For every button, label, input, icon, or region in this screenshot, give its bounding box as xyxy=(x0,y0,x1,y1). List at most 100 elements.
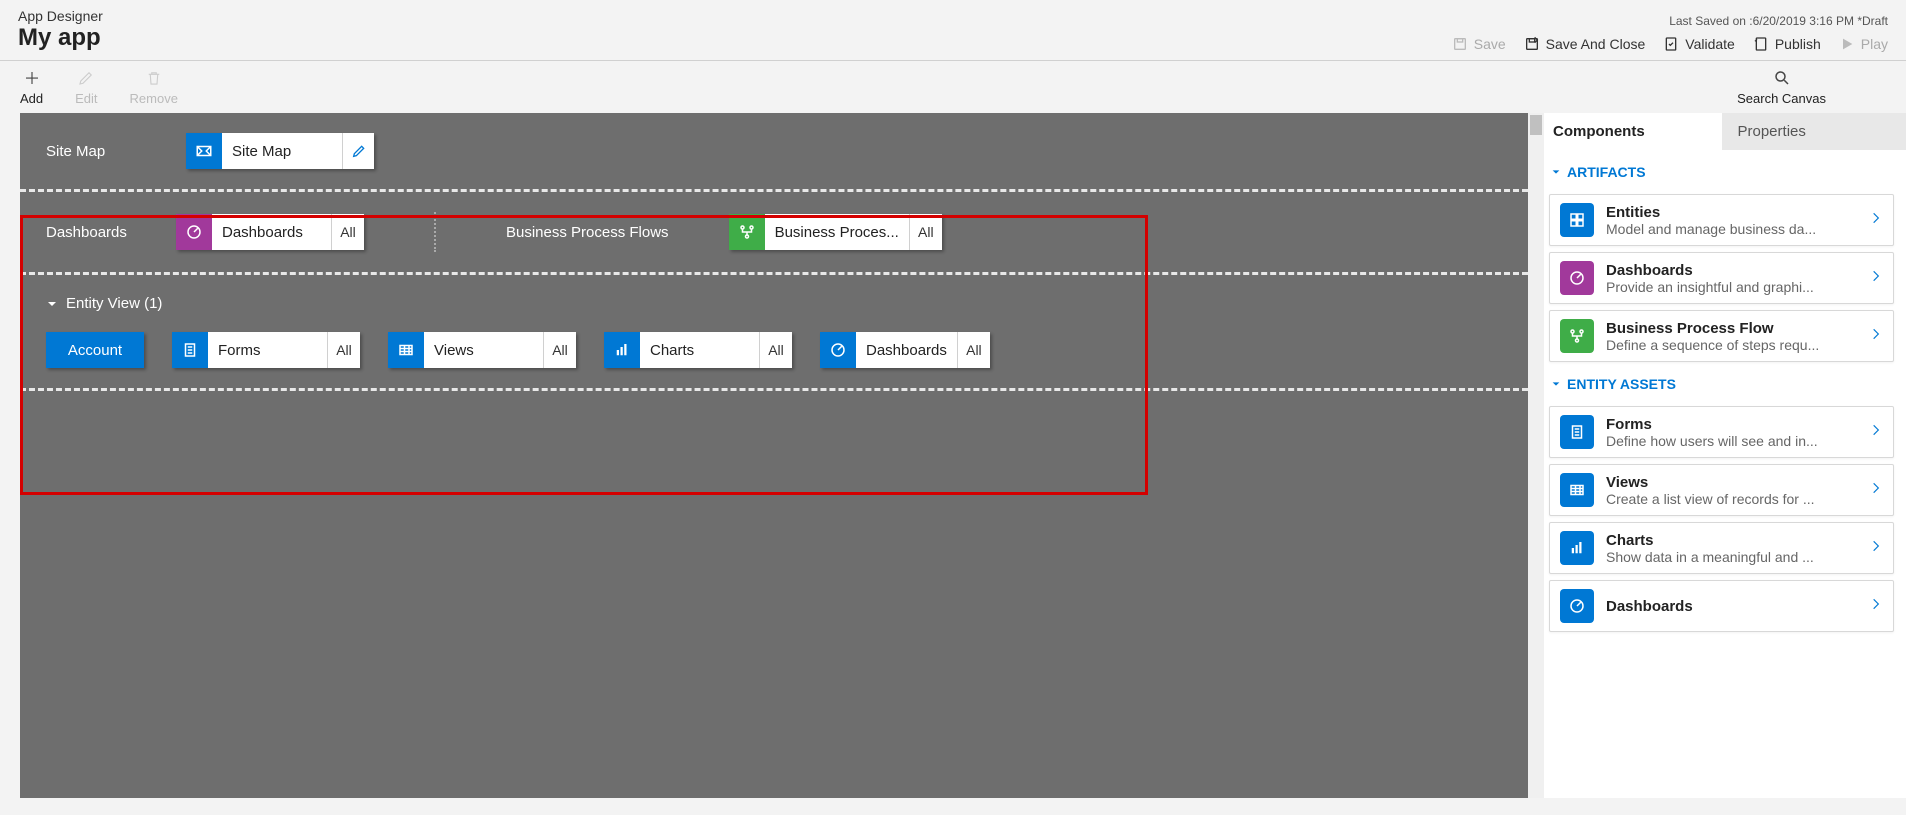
sitemap-label: Site Map xyxy=(46,143,146,160)
forms-tile[interactable]: Forms All xyxy=(172,332,360,368)
dashboard-icon xyxy=(176,214,212,250)
component-charts[interactable]: Charts Show data in a meaningful and ... xyxy=(1549,522,1894,574)
dashboard-icon xyxy=(1560,261,1594,295)
play-icon xyxy=(1839,36,1855,52)
header-left: App Designer My app xyxy=(18,8,103,52)
dashboards-tile[interactable]: Dashboards All xyxy=(176,214,364,250)
search-canvas-button[interactable]: Search Canvas xyxy=(1737,69,1826,106)
artifacts-section-header[interactable]: ARTIFACTS xyxy=(1545,156,1898,188)
component-title: Forms xyxy=(1606,416,1857,433)
entity-dashboards-all[interactable]: All xyxy=(958,332,990,368)
chevron-right-icon xyxy=(1869,597,1883,616)
entity-view-header[interactable]: Entity View (1) xyxy=(20,275,1528,322)
grid-icon xyxy=(1560,473,1594,507)
component-bpf[interactable]: Business Process Flow Define a sequence … xyxy=(1549,310,1894,362)
add-button[interactable]: Add xyxy=(20,69,43,106)
charts-all[interactable]: All xyxy=(760,332,792,368)
charts-tile[interactable]: Charts All xyxy=(604,332,792,368)
bpf-tile[interactable]: Business Proces... All xyxy=(729,214,942,250)
component-views[interactable]: Views Create a list view of records for … xyxy=(1549,464,1894,516)
dashboards-all[interactable]: All xyxy=(332,214,364,250)
component-entity-dashboards[interactable]: Dashboards xyxy=(1549,580,1894,632)
sitemap-edit-button[interactable] xyxy=(342,133,374,169)
component-desc: Define a sequence of steps requ... xyxy=(1606,337,1857,353)
forms-tile-label: Forms xyxy=(208,332,328,368)
header-actions: Save Save And Close Validate Publish Pla… xyxy=(1452,36,1888,52)
validate-icon xyxy=(1663,36,1679,52)
search-icon xyxy=(1773,69,1791,87)
chevron-right-icon xyxy=(1869,211,1883,230)
component-title: Business Process Flow xyxy=(1606,320,1857,337)
charts-tile-label: Charts xyxy=(640,332,760,368)
component-title: Views xyxy=(1606,474,1857,491)
dashboards-col: Dashboards Dashboards All xyxy=(46,214,364,250)
form-icon xyxy=(172,332,208,368)
component-desc: Model and manage business da... xyxy=(1606,221,1857,237)
save-close-icon xyxy=(1524,36,1540,52)
sitemap-tile-label: Site Map xyxy=(222,133,342,169)
component-desc: Define how users will see and in... xyxy=(1606,433,1857,449)
tab-properties[interactable]: Properties xyxy=(1722,113,1906,150)
caret-down-icon xyxy=(1551,167,1561,177)
account-entity-button[interactable]: Account xyxy=(46,332,144,368)
entity-dashboards-tile-label: Dashboards xyxy=(856,332,958,368)
caret-down-icon xyxy=(46,298,58,310)
component-desc: Show data in a meaningful and ... xyxy=(1606,549,1857,565)
pencil-icon xyxy=(77,69,95,87)
pencil-icon xyxy=(351,143,367,159)
publish-icon xyxy=(1753,36,1769,52)
dashboards-row: Dashboards Dashboards All Business Proce… xyxy=(20,192,1528,275)
component-desc: Provide an insightful and graphi... xyxy=(1606,279,1857,295)
app-header: App Designer My app Last Saved on :6/20/… xyxy=(0,0,1906,61)
vertical-divider xyxy=(434,212,436,252)
publish-button[interactable]: Publish xyxy=(1753,36,1821,52)
bpf-col: Business Process Flows Business Proces..… xyxy=(506,214,942,250)
chart-icon xyxy=(604,332,640,368)
last-saved-text: Last Saved on :6/20/2019 3:16 PM *Draft xyxy=(1452,14,1888,28)
dashboard-icon xyxy=(1560,589,1594,623)
panel-body: ARTIFACTS Entities Model and manage busi… xyxy=(1537,150,1906,798)
component-dashboards[interactable]: Dashboards Provide an insightful and gra… xyxy=(1549,252,1894,304)
toolbar: Add Edit Remove Search Canvas xyxy=(0,61,1906,113)
bpf-label: Business Process Flows xyxy=(506,224,669,241)
views-tile-label: Views xyxy=(424,332,544,368)
entity-icon xyxy=(1560,203,1594,237)
caret-down-icon xyxy=(1551,379,1561,389)
bpf-tile-label: Business Proces... xyxy=(765,214,910,250)
validate-button[interactable]: Validate xyxy=(1663,36,1735,52)
play-button: Play xyxy=(1839,36,1888,52)
forms-all[interactable]: All xyxy=(328,332,360,368)
plus-icon xyxy=(23,69,41,87)
flow-icon xyxy=(729,214,765,250)
form-icon xyxy=(1560,415,1594,449)
breadcrumb: App Designer xyxy=(18,8,103,24)
views-all[interactable]: All xyxy=(544,332,576,368)
header-right: Last Saved on :6/20/2019 3:16 PM *Draft … xyxy=(1452,14,1888,52)
toolbar-left: Add Edit Remove xyxy=(20,69,178,106)
edit-button: Edit xyxy=(75,69,97,106)
chevron-right-icon xyxy=(1869,269,1883,288)
main: Site Map Site Map Dashboards xyxy=(0,113,1906,798)
component-forms[interactable]: Forms Define how users will see and in..… xyxy=(1549,406,1894,458)
entity-view-label: Entity View (1) xyxy=(66,295,162,312)
chart-icon xyxy=(1560,531,1594,565)
dashboards-label: Dashboards xyxy=(46,224,146,241)
component-entities[interactable]: Entities Model and manage business da... xyxy=(1549,194,1894,246)
chevron-right-icon xyxy=(1869,539,1883,558)
dashboards-tile-label: Dashboards xyxy=(212,214,332,250)
entity-dashboards-tile[interactable]: Dashboards All xyxy=(820,332,990,368)
tab-components[interactable]: Components xyxy=(1537,113,1722,150)
views-tile[interactable]: Views All xyxy=(388,332,576,368)
entity-assets-section-header[interactable]: ENTITY ASSETS xyxy=(1545,368,1898,400)
remove-button: Remove xyxy=(130,69,178,106)
scrollbar-thumb[interactable] xyxy=(1530,115,1542,135)
bpf-all[interactable]: All xyxy=(910,214,942,250)
save-button: Save xyxy=(1452,36,1506,52)
save-and-close-button[interactable]: Save And Close xyxy=(1524,36,1646,52)
grid-icon xyxy=(388,332,424,368)
component-title: Dashboards xyxy=(1606,262,1857,279)
canvas[interactable]: Site Map Site Map Dashboards xyxy=(20,113,1528,798)
component-desc: Create a list view of records for ... xyxy=(1606,491,1857,507)
sitemap-tile[interactable]: Site Map xyxy=(186,133,374,169)
flow-icon xyxy=(1560,319,1594,353)
